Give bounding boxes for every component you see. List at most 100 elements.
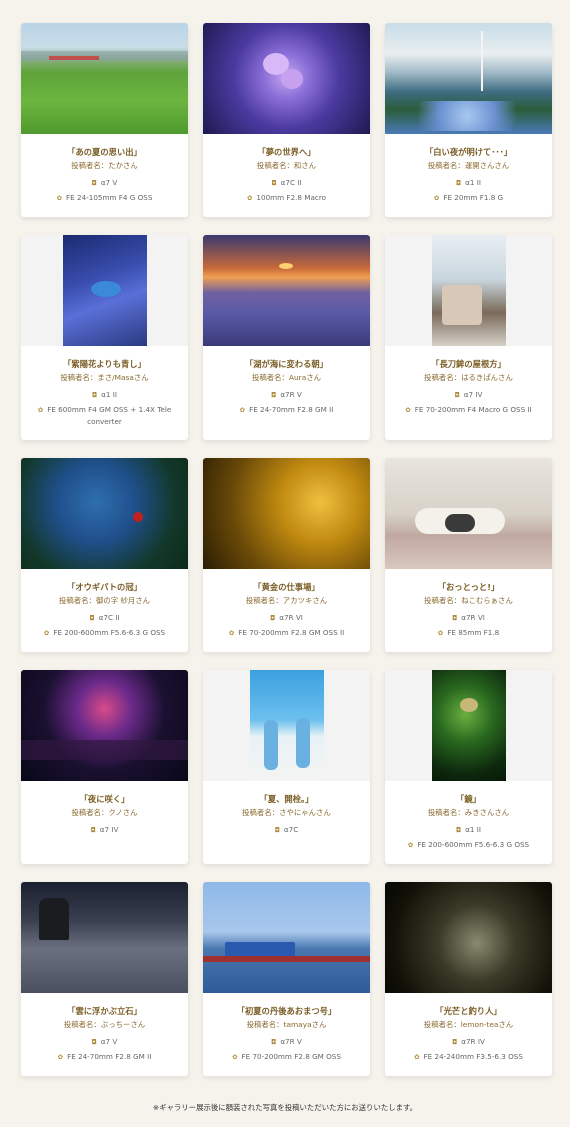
lens-spec: ✿ FE 70-200mm F2.8 GM OSS <box>203 1051 370 1063</box>
lens-icon: ✿ <box>246 194 253 202</box>
lens-icon: ✿ <box>239 406 246 414</box>
lens-spec: ✿ FE 600mm F4 GM OSS + 1.4X Tele converte… <box>21 404 188 428</box>
gallery-card[interactable]: 「初夏の丹後あおまつ号」 投稿者名：tamayaさん ◘ α7R V ✿ FE 70… <box>203 882 370 1076</box>
camera-icon: ◘ <box>90 826 96 834</box>
card-title: 「夢の世界へ」 <box>257 147 316 157</box>
gallery-card[interactable]: 「長刀鉾の屋根方」 投稿者名：はるきぱんさん ◘ α7 IV ✿ FE 70-200… <box>385 235 552 440</box>
gallery-card[interactable]: 「夏、開栓。」 投稿者名：さやにゃんさん ◘ α7C <box>203 670 370 864</box>
camera-icon: ◘ <box>271 179 277 187</box>
lens-name: FE 24-105mm F4 G OSS <box>66 193 153 202</box>
photo <box>385 670 552 781</box>
card-title: 「初夏の丹後あおまつ号」 <box>236 1006 337 1016</box>
camera-name: α1 II <box>465 178 481 187</box>
camera-icon: ◘ <box>274 826 280 834</box>
lens-name: 100mm F2.8 Macro <box>256 193 327 202</box>
card-author: 投稿者名：ぶっちーさん <box>63 1020 146 1029</box>
gallery-card[interactable]: 「光芒と釣り人」 投稿者名：lemon-teaさん ◘ α7R IV ✿ FE 24… <box>385 882 552 1076</box>
camera-icon: ◘ <box>271 391 277 399</box>
card-author: 投稿者名：さやにゃんさん <box>242 808 331 817</box>
photo <box>21 458 188 569</box>
gallery-card[interactable]: 「あの夏の思い出」 投稿者名：たかさん ◘ α7 V ✿ FE 24-105mm F… <box>21 23 188 217</box>
photo-image <box>203 23 370 134</box>
lens-icon: ✿ <box>407 841 414 849</box>
gallery-card[interactable]: 「雲に浮かぶ立石」 投稿者名：ぶっちーさん ◘ α7 V ✿ FE 24-70mm … <box>21 882 188 1076</box>
gallery-card[interactable]: 「白い夜が明けて･･･」 投稿者名：運開さんさん ◘ α1 II ✿ FE 20mm… <box>385 23 552 217</box>
lens-icon: ✿ <box>56 194 63 202</box>
photo <box>385 458 552 569</box>
camera-spec: ◘ α7R V <box>203 389 370 401</box>
card-title: 「黄金の仕事場」 <box>253 582 320 592</box>
gallery-card[interactable]: 「夢の世界へ」 投稿者名：和さん ◘ α7C II ✿ 100mm F2.8 Mac… <box>203 23 370 217</box>
camera-name: α7R IV <box>461 1037 485 1046</box>
lens-name: FE 70-200mm F2.8 GM OSS <box>241 1052 341 1061</box>
camera-name: α7R V <box>280 1037 302 1046</box>
card-title: 「光芒と釣り人」 <box>435 1006 502 1016</box>
camera-spec: ◘ α7R VI <box>203 612 370 624</box>
photo-image <box>62 235 147 346</box>
lens-name: FE 70-200mm F4 Macro G OSS II <box>414 405 532 414</box>
camera-spec: ◘ α1 II <box>21 389 188 401</box>
card-author: 投稿者名：御の字 紗月さん <box>58 596 151 605</box>
gallery-card[interactable]: 「湖が海に変わる朝」 投稿者名：Auraさん ◘ α7R V ✿ FE 24-70m… <box>203 235 370 440</box>
photo-image <box>249 670 324 781</box>
camera-icon: ◘ <box>89 614 95 622</box>
card-author: 投稿者名：みきさんさん <box>427 808 510 817</box>
photo-image <box>21 458 188 569</box>
card-title: 「おっとっと!」 <box>437 582 500 592</box>
gallery-card[interactable]: 「オウギバトの冠」 投稿者名：御の字 紗月さん ◘ α7C II ✿ FE 200-… <box>21 458 188 652</box>
lens-name: FE 85mm F1.8 <box>447 628 500 637</box>
photo <box>203 882 370 993</box>
card-author: 投稿者名：tamayaさん <box>246 1020 327 1029</box>
photo <box>21 670 188 781</box>
lens-icon: ✿ <box>232 1053 238 1061</box>
lens-spec: ✿ FE 24-240mm F3.5-6.3 OSS <box>385 1051 552 1063</box>
camera-spec: ◘ α7R VI <box>385 612 552 624</box>
photo-image <box>385 882 552 993</box>
camera-name: α7C II <box>98 613 120 622</box>
gallery-card[interactable]: 「夜に咲く」 投稿者名：クノさん ◘ α7 IV <box>21 670 188 864</box>
lens-icon: ✿ <box>57 1053 64 1061</box>
camera-name: α7R VI <box>461 613 485 622</box>
camera-name: α7 IV <box>99 825 119 834</box>
card-author: 投稿者名：運開さんさん <box>427 161 510 170</box>
photo <box>385 882 552 993</box>
camera-icon: ◘ <box>92 391 98 399</box>
photo <box>203 23 370 134</box>
gallery-card[interactable]: 「鏡」 投稿者名：みきさんさん ◘ α1 II ✿ FE 200-600mm F5.… <box>385 670 552 864</box>
lens-icon: ✿ <box>228 629 235 637</box>
camera-icon: ◘ <box>91 179 97 187</box>
lens-spec: ✿ FE 200-600mm F5.6-6.3 G OSS <box>21 627 188 639</box>
lens-icon: ✿ <box>37 406 44 414</box>
card-title: 「雲に浮かぶ立石」 <box>67 1006 142 1016</box>
gallery-card[interactable]: 「おっとっと!」 投稿者名：ねこむらぁさん ◘ α7R VI ✿ FE 85mm F… <box>385 458 552 652</box>
photo <box>21 235 188 346</box>
photo-image <box>203 235 370 346</box>
camera-icon: ◘ <box>271 1038 277 1046</box>
lens-icon: ✿ <box>414 1053 420 1061</box>
camera-spec: ◘ α7C <box>203 824 370 836</box>
lens-icon: ✿ <box>437 629 444 637</box>
photo-image <box>21 882 188 993</box>
camera-spec: ◘ α7C II <box>21 612 188 624</box>
lens-spec: ✿ FE 70-200mm F4 Macro G OSS II <box>385 404 552 416</box>
photo <box>203 670 370 781</box>
lens-spec: ✿ FE 70-200mm F2.8 GM OSS II <box>203 627 370 639</box>
camera-spec: ◘ α7R IV <box>385 1036 552 1048</box>
gallery-card[interactable]: 「黄金の仕事場」 投稿者名：アカツキさん ◘ α7R VI ✿ FE 70-200m… <box>203 458 370 652</box>
photo <box>203 235 370 346</box>
lens-spec: ✿ FE 85mm F1.8 <box>385 627 552 639</box>
card-author: 投稿者名：Auraさん <box>251 373 322 382</box>
card-author: 投稿者名：lemon-teaさん <box>423 1020 514 1029</box>
card-author: 投稿者名：まさ/Masaさん <box>60 373 149 382</box>
camera-spec: ◘ α1 II <box>385 177 552 189</box>
photo-image <box>203 458 370 569</box>
camera-spec: ◘ α7R V <box>203 1036 370 1048</box>
camera-icon: ◘ <box>456 179 462 187</box>
footnote: ※ギャラリー展示後に額装された写真を投稿いただいた方にお送りいたします。 <box>152 1103 418 1112</box>
camera-spec: ◘ α7C II <box>203 177 370 189</box>
lens-spec: ✿ FE 200-600mm F5.6-6.3 G OSS <box>385 839 552 851</box>
lens-name: FE 24-70mm F2.8 GM II <box>249 405 334 414</box>
camera-name: α1 II <box>101 390 117 399</box>
card-title: 「長刀鉾の屋根方」 <box>431 359 506 369</box>
gallery-card[interactable]: 「紫陽花よりも青し」 投稿者名：まさ/Masaさん ◘ α1 II ✿ FE 600… <box>21 235 188 440</box>
